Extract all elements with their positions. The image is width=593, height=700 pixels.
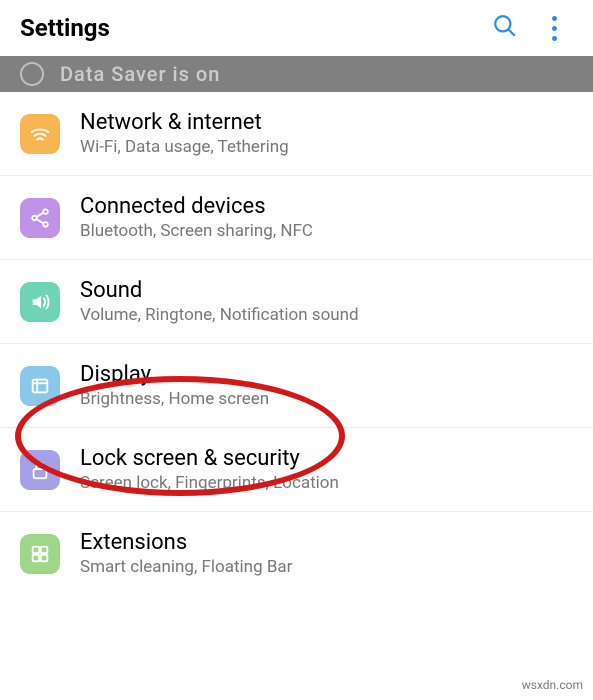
item-text: Extensions Smart cleaning, Floating Bar xyxy=(80,530,573,577)
item-subtitle: Wi-Fi, Data usage, Tethering xyxy=(80,137,573,157)
item-text: Sound Volume, Ringtone, Notification sou… xyxy=(80,278,573,325)
settings-item-sound[interactable]: Sound Volume, Ringtone, Notification sou… xyxy=(0,260,593,344)
header-actions xyxy=(492,12,573,45)
item-title: Extensions xyxy=(80,530,573,555)
item-subtitle: Bluetooth, Screen sharing, NFC xyxy=(80,221,573,241)
item-subtitle: Brightness, Home screen xyxy=(80,389,573,409)
settings-list: Network & internet Wi-Fi, Data usage, Te… xyxy=(0,92,593,595)
settings-item-display[interactable]: Display Brightness, Home screen xyxy=(0,344,593,428)
app-header: Settings xyxy=(0,0,593,56)
lock-icon xyxy=(20,450,60,490)
data-saver-icon xyxy=(20,62,44,86)
banner-text: Data Saver is on xyxy=(60,62,220,86)
item-text: Connected devices Bluetooth, Screen shar… xyxy=(80,194,573,241)
item-text: Display Brightness, Home screen xyxy=(80,362,573,409)
settings-item-lock[interactable]: Lock screen & security Screen lock, Fing… xyxy=(0,428,593,512)
item-title: Lock screen & security xyxy=(80,446,573,471)
more-icon[interactable] xyxy=(548,12,561,45)
wifi-icon xyxy=(20,114,60,154)
item-text: Lock screen & security Screen lock, Fing… xyxy=(80,446,573,493)
item-subtitle: Screen lock, Fingerprints, Location xyxy=(80,473,573,493)
item-text: Network & internet Wi-Fi, Data usage, Te… xyxy=(80,110,573,157)
item-title: Network & internet xyxy=(80,110,573,135)
item-title: Display xyxy=(80,362,573,387)
item-subtitle: Volume, Ringtone, Notification sound xyxy=(80,305,573,325)
page-title: Settings xyxy=(20,14,110,42)
settings-item-network[interactable]: Network & internet Wi-Fi, Data usage, Te… xyxy=(0,92,593,176)
item-title: Sound xyxy=(80,278,573,303)
item-subtitle: Smart cleaning, Floating Bar xyxy=(80,557,573,577)
extensions-icon xyxy=(20,534,60,574)
display-icon xyxy=(20,366,60,406)
sound-icon xyxy=(20,282,60,322)
settings-item-connected[interactable]: Connected devices Bluetooth, Screen shar… xyxy=(0,176,593,260)
item-title: Connected devices xyxy=(80,194,573,219)
settings-item-extensions[interactable]: Extensions Smart cleaning, Floating Bar xyxy=(0,512,593,595)
data-saver-banner[interactable]: Data Saver is on xyxy=(0,56,593,92)
share-icon xyxy=(20,198,60,238)
search-icon[interactable] xyxy=(492,13,518,43)
watermark: wsxdn.com xyxy=(522,678,583,692)
